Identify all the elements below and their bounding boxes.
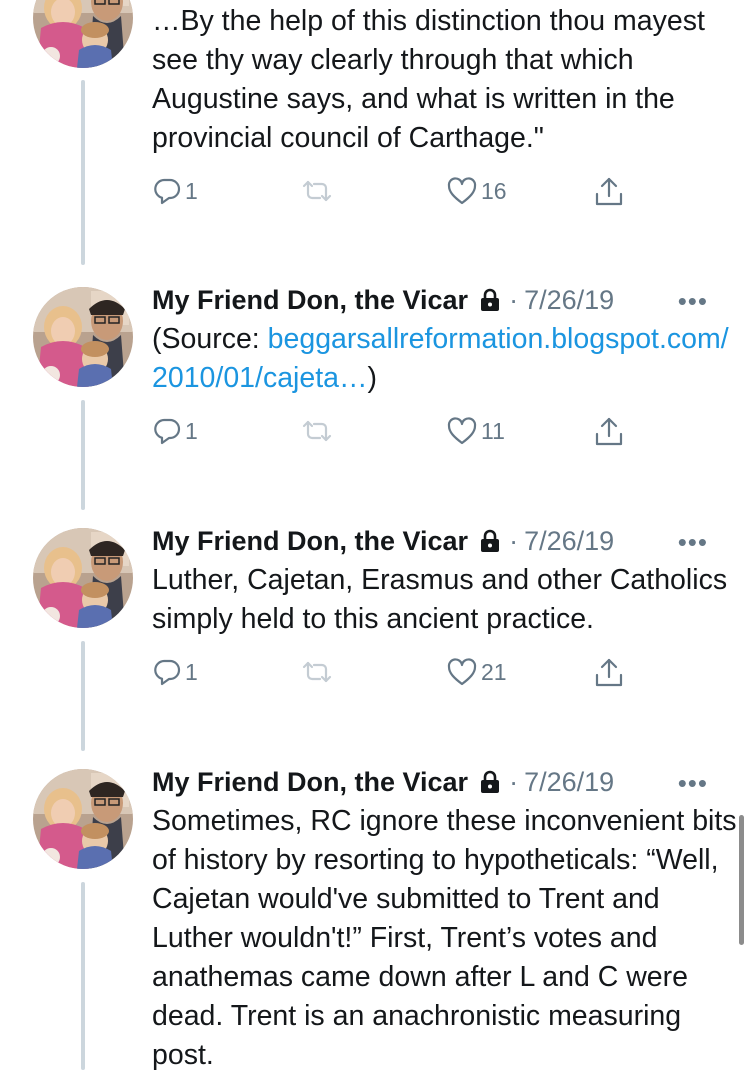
reply-icon: [154, 178, 181, 205]
reply-icon: [154, 418, 181, 445]
retweet-button[interactable]: [300, 657, 334, 687]
thread-line: [81, 400, 85, 510]
like-button[interactable]: 21: [446, 657, 507, 687]
reply-count: 1: [185, 658, 198, 685]
avatar[interactable]: [33, 287, 133, 387]
retweet-button[interactable]: [300, 416, 334, 446]
tweet-text-part: ): [367, 362, 378, 394]
lock-icon: [481, 288, 500, 311]
reply-button[interactable]: 1: [152, 416, 198, 446]
tweet-date[interactable]: 7/26/19: [524, 767, 614, 798]
heart-icon: [447, 177, 477, 205]
avatar[interactable]: [33, 528, 133, 628]
retweet-icon: [302, 180, 332, 202]
author-name[interactable]: My Friend Don, the Vicar: [152, 526, 468, 557]
heart-icon: [447, 417, 477, 445]
more-icon[interactable]: •••: [678, 286, 708, 317]
share-icon: [595, 658, 623, 687]
tweet-text: …By the help of this distinction thou ma…: [152, 5, 705, 154]
tweet-date[interactable]: 7/26/19: [524, 526, 614, 557]
more-icon[interactable]: •••: [678, 768, 708, 799]
more-icon[interactable]: •••: [678, 527, 708, 558]
like-button[interactable]: 16: [446, 176, 507, 206]
lock-icon: [481, 770, 500, 793]
reply-button[interactable]: 1: [152, 657, 198, 687]
like-count: 11: [481, 417, 505, 444]
tweet-text: Luther, Cajetan, Erasmus and other Catho…: [152, 564, 728, 635]
thread-line: [81, 882, 85, 1070]
retweet-button[interactable]: [300, 176, 334, 206]
thread-line: [81, 80, 85, 265]
reply-button[interactable]: 1: [152, 176, 198, 206]
tweet-separator: ·: [509, 525, 519, 556]
share-icon: [595, 417, 623, 446]
share-icon: [595, 177, 623, 206]
tweet-separator: ·: [509, 766, 519, 797]
heart-icon: [447, 658, 477, 686]
author-name[interactable]: My Friend Don, the Vicar: [152, 767, 468, 798]
retweet-icon: [302, 661, 332, 683]
scrollbar-thumb[interactable]: [739, 815, 744, 945]
like-button[interactable]: 11: [446, 416, 505, 446]
like-count: 16: [481, 177, 507, 204]
reply-icon: [154, 659, 181, 686]
tweet-text-part: (Source:: [152, 323, 268, 355]
avatar[interactable]: [33, 769, 133, 869]
reply-count: 1: [185, 177, 198, 204]
author-name[interactable]: My Friend Don, the Vicar: [152, 285, 468, 316]
retweet-icon: [302, 420, 332, 442]
share-button[interactable]: [593, 416, 625, 448]
like-count: 21: [481, 658, 507, 685]
tweet-text: Sometimes, RC ignore these inconvenient …: [152, 805, 737, 1071]
tweet-text: (Source: beggarsallreformation.blogspot.…: [152, 320, 742, 398]
lock-icon: [481, 529, 500, 552]
tweet-date[interactable]: 7/26/19: [524, 285, 614, 316]
thread-line: [81, 641, 85, 751]
share-button[interactable]: [593, 176, 625, 208]
avatar[interactable]: [33, 0, 133, 68]
tweet-separator: ·: [509, 284, 519, 315]
share-button[interactable]: [593, 657, 625, 689]
reply-count: 1: [185, 417, 198, 444]
